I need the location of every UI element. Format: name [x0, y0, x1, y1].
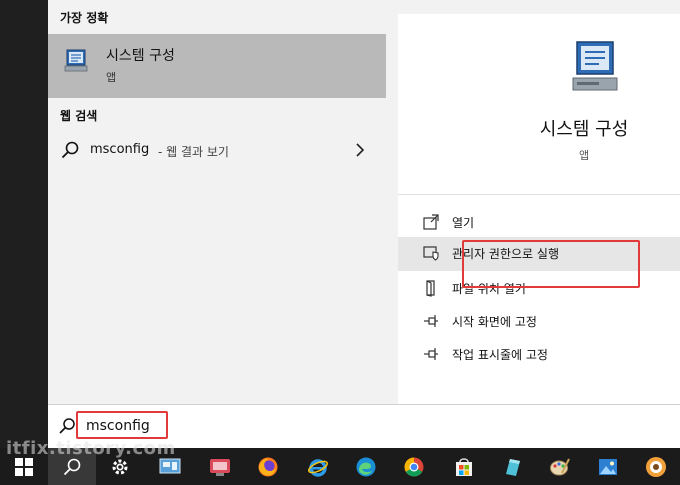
taskbar-edge[interactable] — [342, 448, 390, 485]
taskbar-chrome[interactable] — [390, 448, 438, 485]
firefox-icon — [258, 457, 278, 476]
pin-icon — [424, 348, 438, 360]
best-match-heading: 가장 정확 — [60, 11, 109, 25]
detail-divider — [398, 194, 680, 195]
taskbar-settings[interactable] — [96, 448, 144, 485]
taskbar-app[interactable] — [632, 448, 680, 485]
edge-icon — [356, 457, 376, 476]
chrome-icon — [404, 457, 424, 476]
windows-start-icon — [15, 457, 33, 476]
best-match-result[interactable]: 시스템 구성 앱 — [48, 34, 386, 98]
pin-icon — [424, 315, 438, 327]
run-as-admin-highlight-box — [462, 240, 640, 288]
web-search-suffix: - 웹 결과 보기 — [158, 145, 229, 159]
taskbar-firefox[interactable] — [244, 448, 292, 485]
taskbar-photos[interactable] — [584, 448, 632, 485]
action-open-label: 열기 — [452, 216, 475, 230]
open-icon — [423, 214, 439, 230]
chevron-right-icon[interactable] — [354, 142, 366, 158]
action-pin-to-start[interactable]: 시작 화면에 고정 — [398, 305, 680, 337]
start-menu: 가장 정확 시스템 구성 앱 웹 검색 msconfig - 웹 결과 보기 시… — [48, 0, 680, 404]
start-menu-left-strip — [0, 0, 48, 448]
taskbar-internet-explorer[interactable] — [294, 448, 342, 485]
start-button[interactable] — [0, 448, 48, 485]
best-match-app-type: 앱 — [106, 71, 117, 84]
search-input[interactable] — [84, 414, 364, 438]
action-pin-to-taskbar-label: 작업 표시줄에 고정 — [452, 348, 548, 362]
action-open[interactable]: 열기 — [398, 206, 680, 238]
app-icon — [646, 456, 666, 477]
web-search-result[interactable]: msconfig - 웹 결과 보기 — [48, 134, 386, 168]
paint-icon — [550, 458, 570, 475]
detail-app-name: 시스템 구성 — [539, 119, 629, 140]
system-configuration-icon — [572, 41, 618, 91]
search-icon — [63, 458, 81, 475]
taskbar — [0, 448, 680, 485]
internet-explorer-icon — [308, 458, 328, 477]
taskbar-paint[interactable] — [536, 448, 584, 485]
settings-gear-icon — [112, 459, 128, 474]
store-icon — [456, 457, 472, 476]
file-location-icon — [426, 280, 435, 297]
best-match-app-name: 시스템 구성 — [106, 48, 175, 64]
search-icon — [61, 141, 79, 159]
app-icon — [210, 458, 230, 476]
taskbar-store[interactable] — [440, 448, 488, 485]
taskbar-app[interactable] — [196, 448, 244, 485]
photos-icon — [599, 458, 617, 475]
taskbar-search-button[interactable] — [48, 448, 96, 485]
app-detail-pane: 시스템 구성 앱 열기 관리자 권한으로 실행 파일 위치 열기 시작 화면에 … — [398, 14, 680, 404]
app-icon — [159, 458, 181, 473]
system-configuration-icon — [64, 49, 88, 72]
action-pin-to-start-label: 시작 화면에 고정 — [452, 315, 537, 329]
action-pin-to-taskbar[interactable]: 작업 표시줄에 고정 — [398, 338, 680, 370]
search-bar[interactable] — [48, 404, 680, 448]
shield-icon — [423, 246, 439, 261]
web-search-heading: 웹 검색 — [60, 109, 98, 123]
web-search-query: msconfig — [90, 142, 150, 157]
app-icon — [506, 458, 520, 476]
results-pane: 가장 정확 시스템 구성 앱 웹 검색 msconfig - 웹 결과 보기 — [48, 0, 388, 404]
detail-app-type: 앱 — [578, 149, 590, 162]
taskbar-app[interactable] — [488, 448, 536, 485]
taskbar-app[interactable] — [146, 448, 194, 485]
search-icon — [59, 418, 75, 434]
